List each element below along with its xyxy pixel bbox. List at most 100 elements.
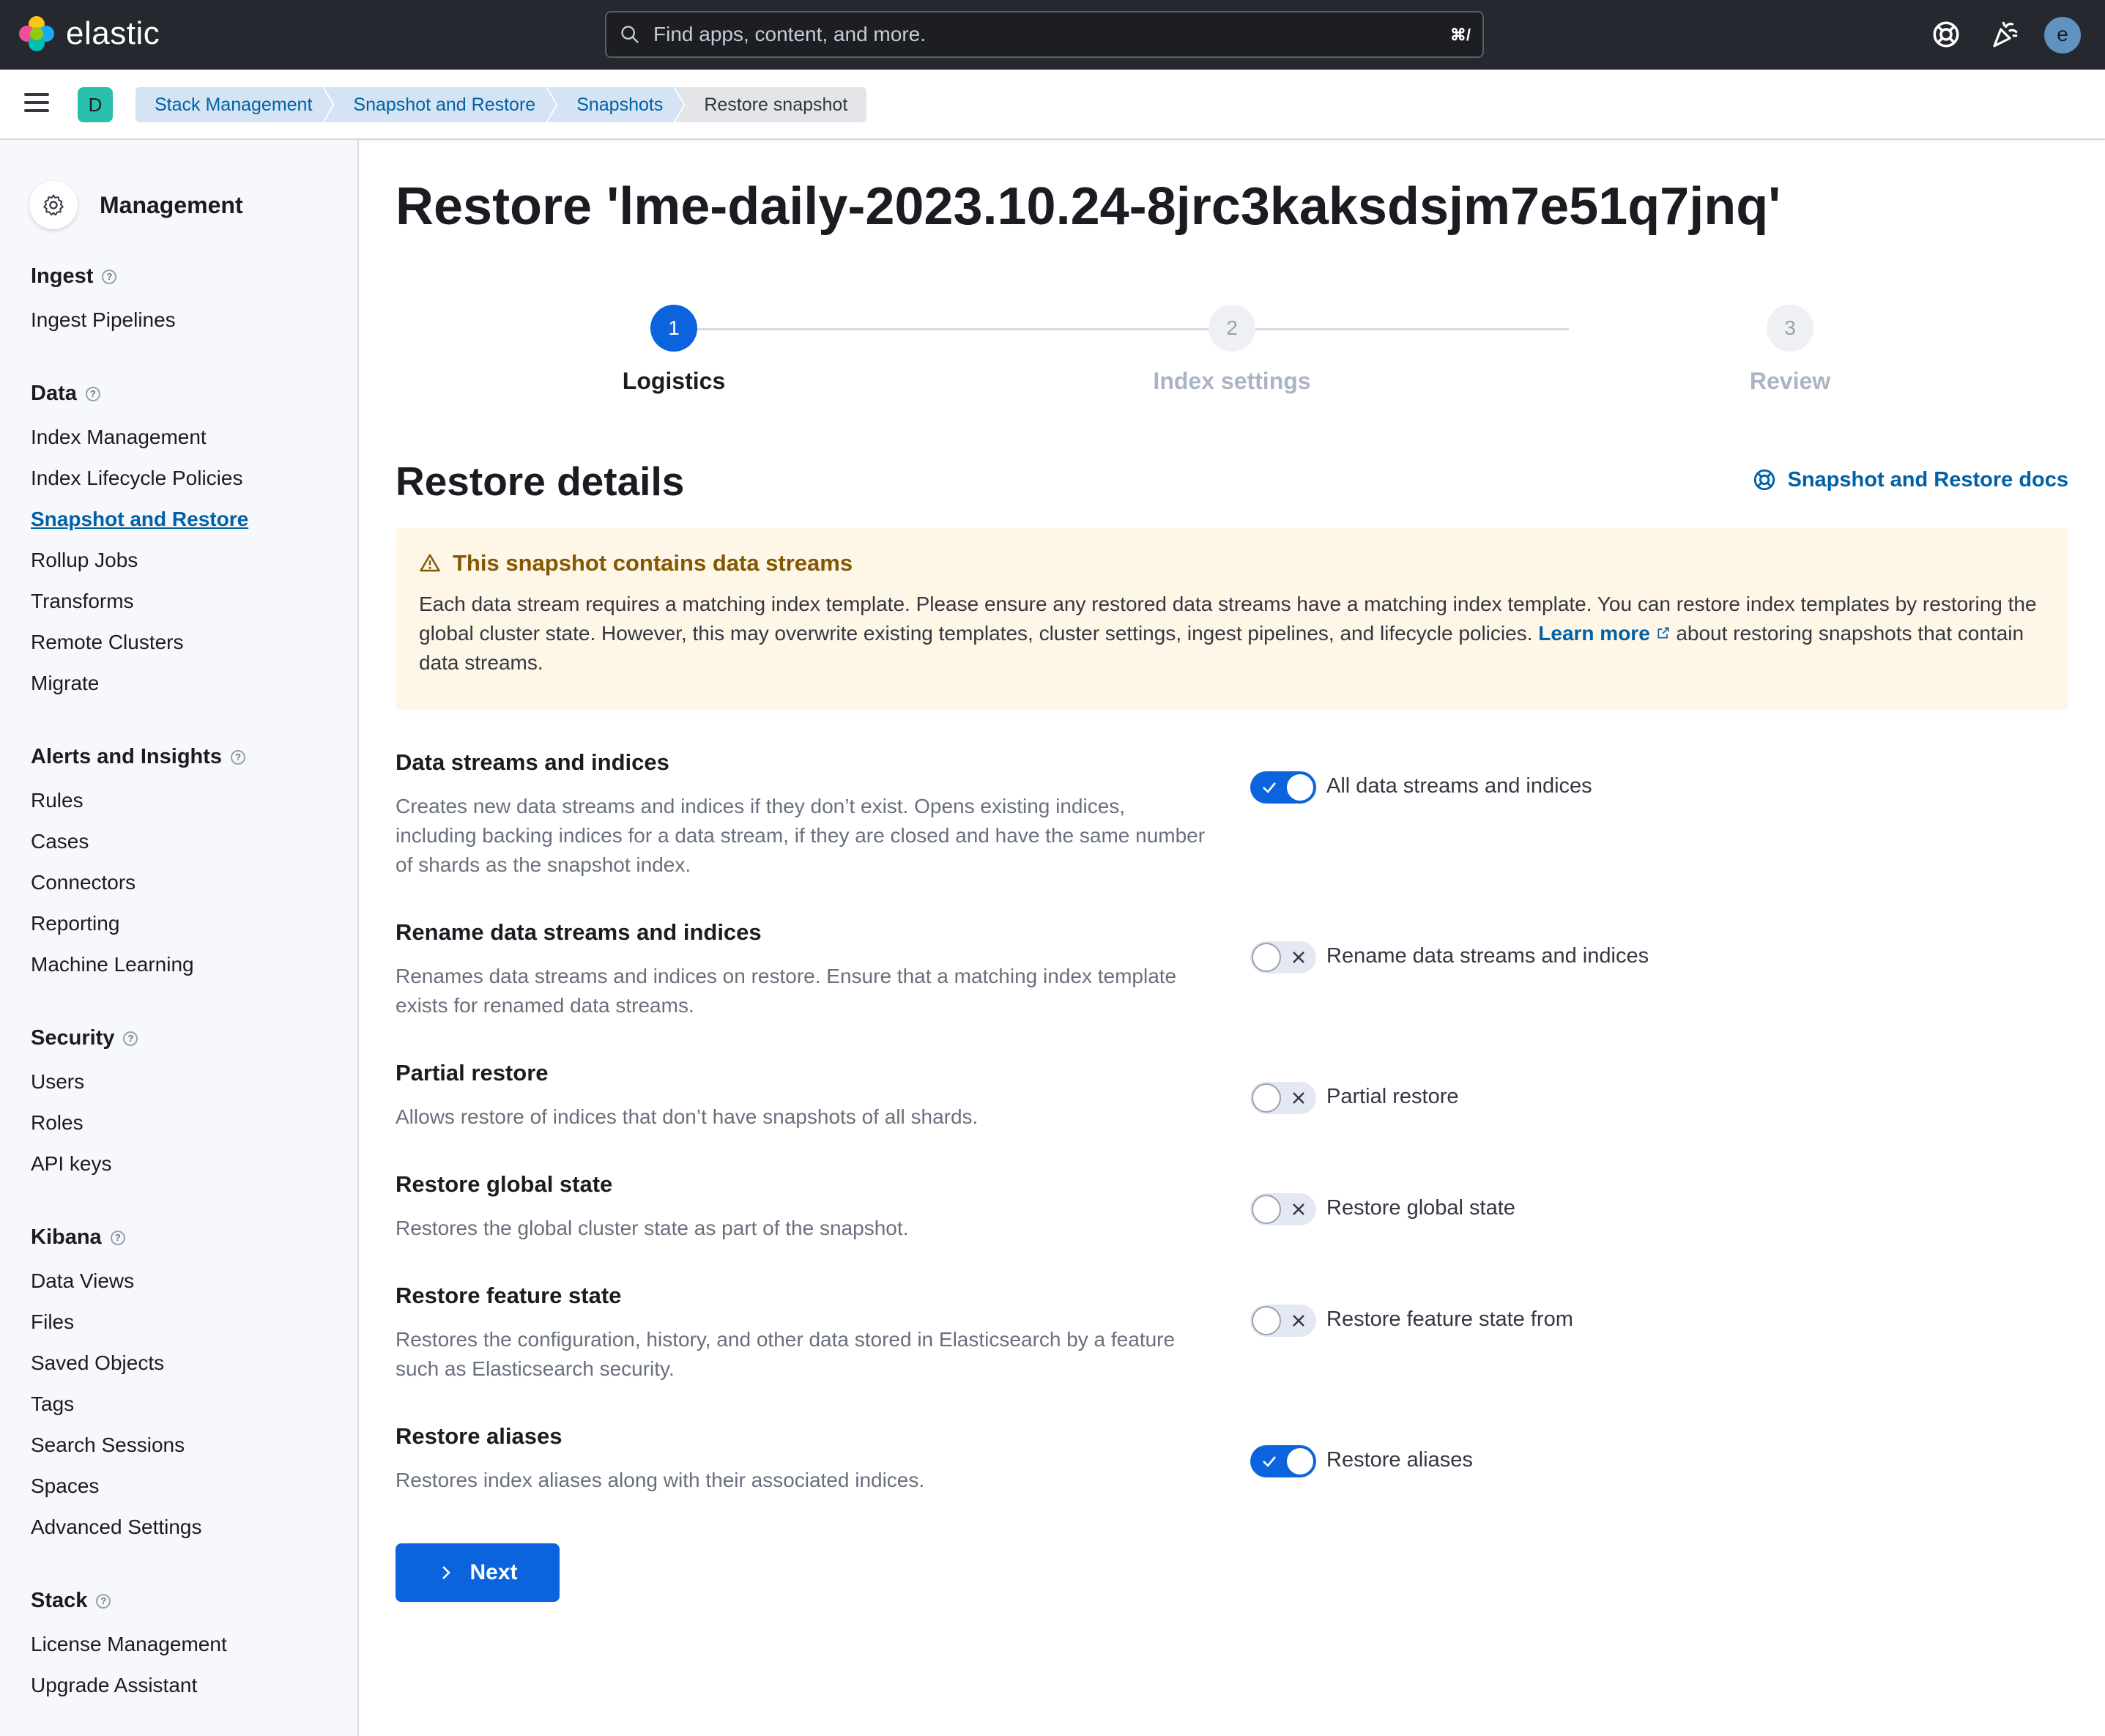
sidebar-header: Management bbox=[29, 181, 243, 229]
nav-group-alerts-and-insights: Alerts and Insights? bbox=[31, 745, 246, 769]
sidebar-item-connectors[interactable]: Connectors bbox=[31, 871, 135, 894]
sidebar-item-remote-clusters[interactable]: Remote Clusters bbox=[31, 631, 184, 654]
learn-more-link[interactable]: Learn more bbox=[1538, 622, 1670, 645]
toggle-all-data-streams[interactable] bbox=[1250, 771, 1316, 804]
toggle-feature-state[interactable] bbox=[1250, 1305, 1316, 1337]
step-2-circle[interactable]: 2 bbox=[1209, 305, 1255, 352]
toggle-knob bbox=[1252, 1083, 1281, 1113]
nav-group-label: Kibana bbox=[31, 1225, 102, 1249]
breadcrumb-snapshot-and-restore[interactable]: Snapshot and Restore bbox=[324, 87, 556, 122]
sidebar-item-transforms[interactable]: Transforms bbox=[31, 590, 134, 613]
toggle-label-partial-restore[interactable]: Partial restore bbox=[1326, 1085, 1459, 1109]
cross-icon bbox=[1293, 1203, 1304, 1215]
check-icon bbox=[1263, 782, 1276, 793]
elastic-logo-icon bbox=[19, 16, 54, 51]
global-search[interactable]: ⌘/ bbox=[605, 11, 1484, 58]
toggle-label-all-data-streams[interactable]: All data streams and indices bbox=[1326, 774, 1592, 798]
breadcrumb-restore-snapshot: Restore snapshot bbox=[675, 87, 867, 122]
field-desc-global-state: Restores the global cluster state as par… bbox=[396, 1217, 909, 1239]
step-1-circle[interactable]: 1 bbox=[650, 305, 697, 352]
info-icon[interactable]: ? bbox=[110, 1230, 125, 1245]
sidebar-item-saved-objects[interactable]: Saved Objects bbox=[31, 1351, 164, 1375]
learn-more-label: Learn more bbox=[1538, 622, 1650, 645]
user-avatar[interactable]: e bbox=[2044, 17, 2081, 53]
toggle-knob bbox=[1252, 1306, 1281, 1335]
top-header: elastic ⌘/ e bbox=[0, 0, 2105, 70]
toggle-label-aliases[interactable]: Restore aliases bbox=[1326, 1448, 1473, 1472]
sidebar-item-machine-learning[interactable]: Machine Learning bbox=[31, 953, 194, 976]
nav-group-stack: Stack? bbox=[31, 1589, 111, 1613]
toggle-global-state[interactable] bbox=[1250, 1193, 1316, 1225]
info-icon[interactable]: ? bbox=[85, 386, 100, 401]
docs-link[interactable]: Snapshot and Restore docs bbox=[1752, 467, 2068, 492]
logo-text: elastic bbox=[66, 15, 160, 51]
toggle-aliases[interactable] bbox=[1250, 1445, 1316, 1477]
field-title-feature-state: Restore feature state bbox=[396, 1283, 622, 1308]
sidebar-item-api-keys[interactable]: API keys bbox=[31, 1152, 111, 1176]
info-icon[interactable]: ? bbox=[102, 269, 117, 284]
breadcrumb-stack-management[interactable]: Stack Management bbox=[135, 87, 333, 122]
callout-title: This snapshot contains data streams bbox=[419, 550, 2045, 576]
nav-group-security: Security? bbox=[31, 1026, 138, 1050]
sidebar-item-reporting[interactable]: Reporting bbox=[31, 912, 119, 935]
toggle-label-global-state[interactable]: Restore global state bbox=[1326, 1196, 1515, 1220]
help-icon[interactable] bbox=[1931, 19, 1961, 50]
nav-group-label: Data bbox=[31, 382, 77, 405]
field-desc-feature-state: Restores the configuration, history, and… bbox=[396, 1328, 1176, 1380]
step-2-label[interactable]: Index settings bbox=[1085, 368, 1378, 395]
sidebar-item-search-sessions[interactable]: Search Sessions bbox=[31, 1433, 185, 1457]
sidebar-item-advanced-settings[interactable]: Advanced Settings bbox=[31, 1516, 202, 1539]
sidebar-item-rules[interactable]: Rules bbox=[31, 789, 83, 812]
management-sidebar: Management Ingest? Ingest Pipelines Data… bbox=[0, 140, 359, 1736]
nav-group-ingest: Ingest? bbox=[31, 264, 117, 289]
nav-group-label: Ingest bbox=[31, 264, 94, 288]
sidebar-title: Management bbox=[100, 191, 243, 218]
help-icon bbox=[1754, 469, 1775, 491]
toggle-rename[interactable] bbox=[1250, 941, 1316, 973]
sidebar-item-migrate[interactable]: Migrate bbox=[31, 672, 99, 695]
toggle-knob bbox=[1252, 943, 1281, 972]
info-icon[interactable]: ? bbox=[96, 1593, 111, 1609]
sidebar-item-rollup-jobs[interactable]: Rollup Jobs bbox=[31, 549, 138, 572]
hamburger-menu-icon[interactable] bbox=[24, 93, 49, 115]
field-title-aliases: Restore aliases bbox=[396, 1423, 563, 1449]
space-avatar[interactable]: D bbox=[78, 87, 113, 122]
next-button[interactable]: Next bbox=[396, 1543, 560, 1602]
toggle-knob bbox=[1285, 1447, 1315, 1476]
info-icon[interactable]: ? bbox=[231, 749, 246, 765]
search-input[interactable] bbox=[653, 12, 1386, 56]
nav-group-label: Security bbox=[31, 1026, 115, 1050]
nav-group-label: Stack bbox=[31, 1589, 88, 1612]
sidebar-item-files[interactable]: Files bbox=[31, 1310, 74, 1334]
sidebar-item-index-management[interactable]: Index Management bbox=[31, 426, 207, 449]
sidebar-item-data-views[interactable]: Data Views bbox=[31, 1269, 134, 1293]
sidebar-item-spaces[interactable]: Spaces bbox=[31, 1475, 99, 1498]
nav-group-label: Alerts and Insights bbox=[31, 745, 223, 768]
sidebar-item-license-management[interactable]: License Management bbox=[31, 1633, 227, 1656]
step-1-label[interactable]: Logistics bbox=[527, 368, 820, 395]
breadcrumb-snapshots[interactable]: Snapshots bbox=[547, 87, 683, 122]
step-3-label[interactable]: Review bbox=[1644, 368, 1937, 395]
field-desc-rename: Renames data streams and indices on rest… bbox=[396, 965, 1177, 1017]
sidebar-item-snapshot-and-restore[interactable]: Snapshot and Restore bbox=[31, 508, 248, 531]
elastic-logo[interactable]: elastic bbox=[19, 16, 160, 51]
search-icon bbox=[621, 26, 639, 43]
toggle-partial-restore[interactable] bbox=[1250, 1082, 1316, 1114]
step-3-circle[interactable]: 3 bbox=[1767, 305, 1813, 352]
external-link-icon bbox=[1657, 627, 1669, 639]
sidebar-item-ingest-pipelines[interactable]: Ingest Pipelines bbox=[31, 308, 176, 332]
info-icon[interactable]: ? bbox=[123, 1031, 138, 1046]
sidebar-item-cases[interactable]: Cases bbox=[31, 830, 89, 853]
sidebar-item-roles[interactable]: Roles bbox=[31, 1111, 83, 1135]
field-title-partial-restore: Partial restore bbox=[396, 1060, 549, 1086]
next-button-label: Next bbox=[469, 1560, 518, 1584]
sidebar-item-index-lifecycle-policies[interactable]: Index Lifecycle Policies bbox=[31, 467, 242, 490]
toggle-label-rename[interactable]: Rename data streams and indices bbox=[1326, 944, 1649, 968]
warning-icon bbox=[420, 554, 440, 572]
field-title-global-state: Restore global state bbox=[396, 1171, 613, 1197]
sidebar-item-upgrade-assistant[interactable]: Upgrade Assistant bbox=[31, 1674, 197, 1697]
toggle-label-feature-state[interactable]: Restore feature state from bbox=[1326, 1307, 1573, 1332]
sidebar-item-users[interactable]: Users bbox=[31, 1070, 84, 1094]
news-feed-icon[interactable] bbox=[1989, 19, 2020, 50]
sidebar-item-tags[interactable]: Tags bbox=[31, 1392, 74, 1416]
